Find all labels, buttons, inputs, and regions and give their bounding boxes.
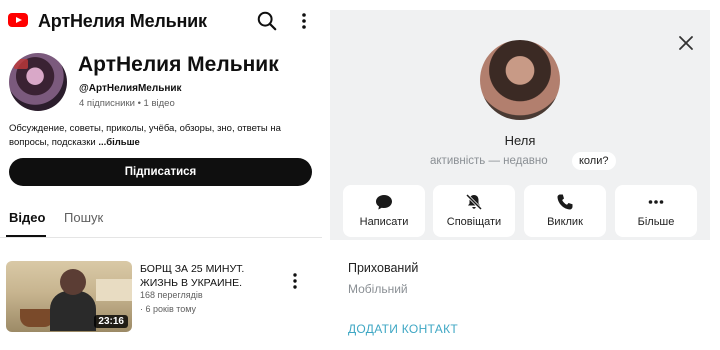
- video-title[interactable]: БОРЩ ЗА 25 МИНУТ. ЖИЗНЬ В УКРАИНЕ.: [140, 262, 268, 290]
- video-thumbnail[interactable]: 23:16: [6, 261, 132, 332]
- last-seen-status: активність — недавно: [430, 155, 548, 167]
- channel-handle: @АртНелияМельник: [79, 83, 182, 94]
- contact-name: Неля: [504, 133, 536, 148]
- channel-tabs: Відео Пошук: [0, 206, 322, 238]
- top-bar: АртНелия Мельник: [0, 0, 322, 42]
- phone-icon: [557, 194, 573, 210]
- message-icon: [376, 195, 392, 210]
- more-label: Більше: [637, 216, 675, 228]
- more-button[interactable]: Більше: [615, 185, 697, 237]
- channel-avatar[interactable]: [9, 53, 67, 111]
- channel-description[interactable]: Обсуждение, советы, приколы, учёба, обзо…: [9, 122, 309, 150]
- thumbnail-person-body: [50, 291, 96, 331]
- notify-label: Сповіщати: [446, 216, 502, 228]
- divider: [0, 237, 322, 238]
- profile-header: Неля активність — недавно коли? Написати…: [330, 10, 710, 240]
- youtube-channel-panel: АртНелия Мельник АртНелия Мельник @АртНе…: [0, 0, 322, 350]
- notify-button[interactable]: Сповіщати: [433, 185, 515, 237]
- more-link[interactable]: ...більше: [98, 137, 140, 148]
- thumbnail-pot: [20, 309, 54, 327]
- thumbnail-shelf: [96, 279, 132, 301]
- contact-avatar[interactable]: [480, 40, 560, 120]
- phone-visibility-value: Прихований: [348, 261, 419, 275]
- bell-off-icon: [465, 193, 483, 211]
- top-bar-title: АртНелия Мельник: [38, 11, 207, 31]
- tab-videos[interactable]: Відео: [9, 210, 45, 225]
- message-button[interactable]: Написати: [343, 185, 425, 237]
- message-label: Написати: [359, 216, 409, 228]
- call-label: Виклик: [547, 216, 583, 228]
- more-vertical-icon[interactable]: [296, 11, 312, 31]
- search-icon[interactable]: [256, 10, 278, 32]
- phone-visibility-caption: Мобільний: [348, 282, 408, 296]
- channel-stats: 4 підписники • 1 відео: [79, 98, 175, 109]
- video-list-item[interactable]: 23:16 БОРЩ ЗА 25 МИНУТ. ЖИЗНЬ В УКРАИНЕ.…: [0, 258, 322, 336]
- contact-profile-panel: Неля активність — недавно коли? Написати…: [330, 0, 720, 350]
- video-duration: 23:16: [94, 315, 128, 328]
- channel-name: АртНелия Мельник: [78, 53, 279, 76]
- youtube-logo-icon[interactable]: [8, 13, 28, 27]
- video-menu-icon[interactable]: [288, 272, 302, 290]
- more-horizontal-icon: [648, 200, 664, 204]
- video-age: · 6 років тому: [140, 304, 197, 314]
- when-button[interactable]: коли?: [572, 152, 616, 170]
- tab-search[interactable]: Пошук: [64, 210, 103, 225]
- thumbnail-person-head: [60, 269, 86, 295]
- close-icon[interactable]: [678, 35, 694, 51]
- video-views: 168 переглядів: [140, 290, 203, 300]
- subscribe-button[interactable]: Підписатися: [9, 158, 312, 186]
- channel-description-text: Обсуждение, советы, приколы, учёба, обзо…: [9, 123, 281, 148]
- call-button[interactable]: Виклик: [524, 185, 606, 237]
- add-contact-button[interactable]: ДОДАТИ КОНТАКТ: [348, 322, 458, 336]
